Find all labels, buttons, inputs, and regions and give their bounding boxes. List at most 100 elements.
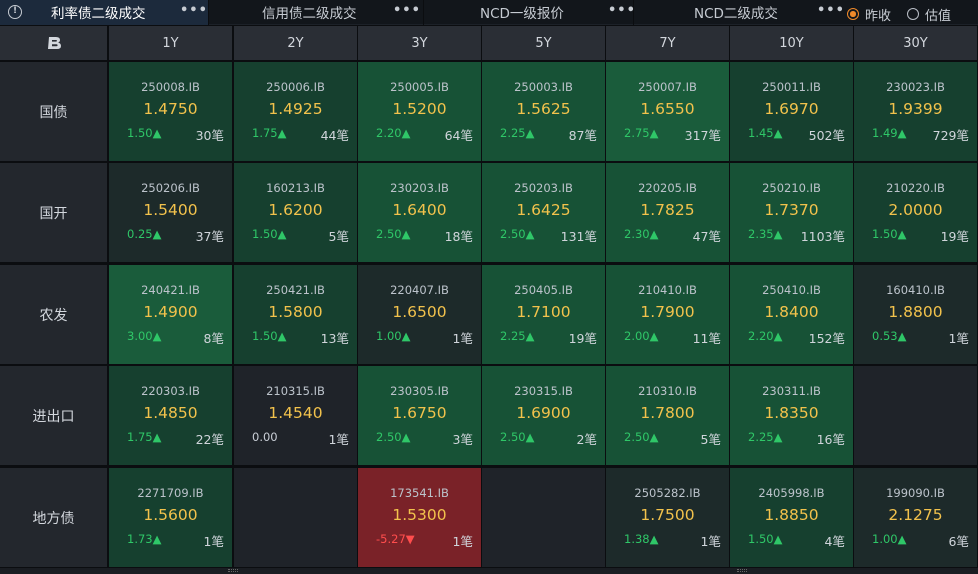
trade-count: 37笔 [195, 229, 224, 244]
change-bp: 2.50▲ [624, 430, 659, 444]
quote-cell[interactable]: 230023.IB 1.9399 1.49▲ 729笔 [854, 62, 977, 161]
quote-cell[interactable]: 250206.IB 1.5400 0.25▲ 37笔 [109, 163, 232, 262]
quote-cell[interactable]: 250006.IB 1.4925 1.75▲ 44笔 [234, 62, 357, 161]
yield-value: 1.5300 [392, 506, 447, 524]
bond-code: 160213.IB [266, 181, 325, 195]
trade-count: 1笔 [700, 534, 721, 549]
tab-rate-bond-secondary[interactable]: ! 利率债二级成交 ••• [0, 0, 208, 25]
tab-label: 信用债二级成交 [262, 6, 357, 22]
quote-cell[interactable]: 230311.IB 1.8350 2.25▲ 16笔 [730, 366, 853, 465]
column-header-1y[interactable]: 1Y [109, 26, 232, 60]
yield-value: 1.5600 [143, 506, 198, 524]
trade-count: 729笔 [932, 128, 969, 143]
change-bp: 1.50▲ [252, 329, 287, 343]
change-bp: 1.50▲ [252, 227, 287, 241]
yield-value: 1.6900 [516, 404, 571, 422]
column-header-10y[interactable]: 10Y [730, 26, 853, 60]
quote-cell[interactable]: 2271709.IB 1.5600 1.73▲ 1笔 [109, 468, 232, 567]
column-header-2y[interactable]: 2Y [234, 26, 357, 60]
quote-cell[interactable]: 250421.IB 1.5800 1.50▲ 13笔 [234, 265, 357, 364]
bond-code: 230203.IB [390, 181, 449, 195]
quote-cell[interactable]: 230203.IB 1.6400 2.50▲ 18笔 [358, 163, 481, 262]
more-icon[interactable]: ••• [393, 3, 421, 18]
yield-value: 1.7800 [640, 404, 695, 422]
bond-code: 230023.IB [886, 80, 945, 94]
more-icon[interactable]: ••• [817, 3, 845, 18]
quote-cell[interactable]: 230315.IB 1.6900 2.50▲ 2笔 [482, 366, 605, 465]
trade-count: 8笔 [203, 331, 224, 346]
radio-prev-close[interactable]: 昨收 [847, 5, 891, 24]
yield-value: 1.6970 [764, 100, 819, 118]
quote-cell[interactable]: 2505282.IB 1.7500 1.38▲ 1笔 [606, 468, 729, 567]
change-bp: 1.00▲ [376, 329, 411, 343]
quote-cell[interactable]: 250003.IB 1.5625 2.25▲ 87笔 [482, 62, 605, 161]
change-bp: 1.75▲ [127, 430, 162, 444]
column-header-7y[interactable]: 7Y [606, 26, 729, 60]
bond-code: 230315.IB [514, 384, 573, 398]
change-bp: 1.73▲ [127, 532, 162, 546]
yield-value: 1.4900 [143, 303, 198, 321]
yield-value: 1.4750 [143, 100, 198, 118]
change-bp: 1.50▲ [748, 532, 783, 546]
quote-cell[interactable]: 250210.IB 1.7370 2.35▲ 1103笔 [730, 163, 853, 262]
quote-cell[interactable]: 250008.IB 1.4750 1.50▲ 30笔 [109, 62, 232, 161]
quote-cell[interactable]: 160213.IB 1.6200 1.50▲ 5笔 [234, 163, 357, 262]
info-icon[interactable]: ! [8, 4, 22, 19]
bond-code: 173541.IB [390, 486, 449, 500]
quote-cell[interactable]: 210410.IB 1.7900 2.00▲ 11笔 [606, 265, 729, 364]
trade-count: 1笔 [203, 534, 224, 549]
tab-credit-bond-secondary[interactable]: 信用债二级成交 ••• [209, 0, 423, 25]
quote-cell[interactable]: 250405.IB 1.7100 2.25▲ 19笔 [482, 265, 605, 364]
yield-value: 1.5400 [143, 201, 198, 219]
quote-cell[interactable]: 220407.IB 1.6500 1.00▲ 1笔 [358, 265, 481, 364]
yield-value: 1.6400 [392, 201, 447, 219]
yield-value: 1.9399 [888, 100, 943, 118]
bond-code: 210220.IB [886, 181, 945, 195]
resize-grip-icon[interactable] [228, 569, 238, 572]
quote-cell[interactable]: 250005.IB 1.5200 2.20▲ 64笔 [358, 62, 481, 161]
quote-cell[interactable]: 2405998.IB 1.8850 1.50▲ 4笔 [730, 468, 853, 567]
quote-cell[interactable]: 230305.IB 1.6750 2.50▲ 3笔 [358, 366, 481, 465]
quote-cell[interactable]: 210315.IB 1.4540 0.00 1笔 [234, 366, 357, 465]
quote-cell[interactable]: 220205.IB 1.7825 2.30▲ 47笔 [606, 163, 729, 262]
change-bp: 2.25▲ [748, 430, 783, 444]
radio-unchecked-icon [907, 8, 919, 20]
yield-value: 1.7500 [640, 506, 695, 524]
more-icon[interactable]: ••• [608, 3, 636, 18]
trade-count: 44笔 [320, 128, 349, 143]
more-icon[interactable]: ••• [180, 3, 208, 18]
trade-count: 47笔 [692, 229, 721, 244]
quote-cell[interactable]: 250203.IB 1.6425 2.50▲ 131笔 [482, 163, 605, 262]
bond-code: 199090.IB [886, 486, 945, 500]
change-bp: 2.50▲ [500, 430, 535, 444]
quote-cell[interactable]: 210310.IB 1.7800 2.50▲ 5笔 [606, 366, 729, 465]
quote-cell[interactable]: 199090.IB 2.1275 1.00▲ 6笔 [854, 468, 977, 567]
trade-count: 317笔 [684, 128, 721, 143]
bond-code: 250003.IB [514, 80, 573, 94]
quote-cell[interactable]: 220303.IB 1.4850 1.75▲ 22笔 [109, 366, 232, 465]
tab-ncd-primary[interactable]: NCD一级报价 ••• [424, 0, 636, 25]
radio-valuation[interactable]: 估值 [907, 5, 951, 24]
quote-cell[interactable]: 240421.IB 1.4900 3.00▲ 8笔 [109, 265, 232, 364]
trade-count: 16笔 [816, 432, 845, 447]
quote-cell[interactable]: 210220.IB 2.0000 1.50▲ 19笔 [854, 163, 977, 262]
resize-grip-icon[interactable] [737, 569, 747, 572]
bond-code: 220205.IB [638, 181, 697, 195]
quote-cell[interactable]: 250410.IB 1.8400 2.20▲ 152笔 [730, 265, 853, 364]
quote-cell[interactable]: 160410.IB 1.8800 0.53▲ 1笔 [854, 265, 977, 364]
quote-cell[interactable]: 250011.IB 1.6970 1.45▲ 502笔 [730, 62, 853, 161]
column-header-5y[interactable]: 5Y [482, 26, 605, 60]
change-bp: 2.20▲ [376, 126, 411, 140]
column-header-30y[interactable]: 30Y [854, 26, 977, 60]
quote-cell[interactable]: 250007.IB 1.6550 2.75▲ 317笔 [606, 62, 729, 161]
tab-label: 利率债二级成交 [51, 6, 146, 22]
change-bp: 2.00▲ [624, 329, 659, 343]
tab-ncd-secondary[interactable]: NCD二级成交 ••• 昨收 估值 [634, 0, 978, 25]
radio-label: 估值 [925, 8, 952, 24]
change-bp: 1.50▲ [872, 227, 907, 241]
corner-header [0, 26, 107, 60]
column-header-3y[interactable]: 3Y [358, 26, 481, 60]
quote-cell[interactable]: 173541.IB 1.5300 -5.27▼ 1笔 [358, 468, 481, 567]
bond-code: 250421.IB [266, 283, 325, 297]
change-bp: 2.50▲ [500, 227, 535, 241]
